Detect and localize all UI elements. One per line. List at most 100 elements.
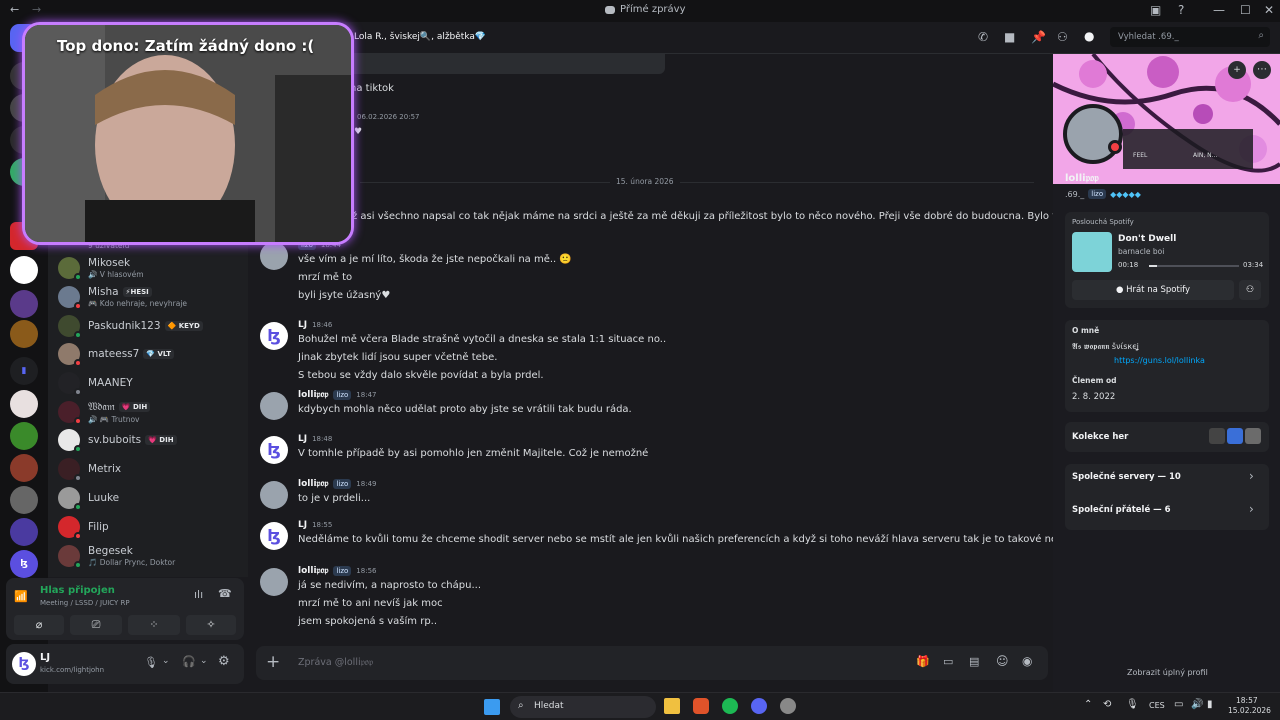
clock-time[interactable]: 18:57: [1236, 696, 1258, 705]
microphone-icon[interactable]: 🎙: [144, 656, 158, 669]
member-item[interactable]: Misha ⚡HESI 🎮 Kdo nehraje, nevyhraje: [58, 283, 243, 311]
screenshare-button[interactable]: ⎚: [70, 615, 122, 635]
voice-status[interactable]: Hlas připojen: [40, 585, 115, 596]
start-button[interactable]: [484, 699, 500, 715]
add-friends-icon[interactable]: ⚇: [1057, 30, 1068, 44]
voice-channel[interactable]: Meeting / LSSD / JUICY RP: [40, 599, 130, 607]
gif-icon[interactable]: ▭: [943, 655, 953, 668]
game-icon[interactable]: [1227, 428, 1243, 444]
folder-icon[interactable]: ▮: [10, 357, 38, 385]
minimize-icon[interactable]: —: [1213, 3, 1225, 17]
settings-gear-icon[interactable]: ⚙: [218, 654, 230, 669]
message-avatar[interactable]: ɮ: [260, 522, 288, 550]
user-avatar[interactable]: ɮ: [12, 652, 36, 676]
tray-chevron-icon[interactable]: ⌃: [1084, 699, 1092, 710]
track-title[interactable]: Don't Dwell: [1118, 234, 1176, 244]
listen-along-button[interactable]: ⚇: [1239, 280, 1261, 300]
disconnect-icon[interactable]: ☎: [218, 587, 232, 600]
chevron-right-icon[interactable]: ›: [1249, 502, 1254, 516]
member-item[interactable]: Mikosek 🔊 V hlasovém: [58, 254, 243, 282]
server-icon[interactable]: [10, 320, 38, 348]
message-avatar[interactable]: [260, 242, 288, 270]
sync-icon[interactable]: ⟲: [1103, 699, 1111, 710]
headphones-icon[interactable]: 🎧: [182, 655, 196, 668]
server-icon[interactable]: [10, 256, 38, 284]
server-icon[interactable]: [10, 390, 38, 418]
network-icon[interactable]: ▭: [1174, 699, 1183, 710]
clock-date[interactable]: 15.02.2026: [1228, 706, 1271, 715]
member-item[interactable]: MAANEY: [58, 369, 243, 397]
mutual-friends[interactable]: Společní přátelé — 6: [1072, 505, 1171, 515]
member-item[interactable]: sv.buboits 💗 DIH: [58, 426, 243, 454]
album-art[interactable]: [1072, 232, 1112, 272]
call-icon[interactable]: ✆: [978, 30, 988, 44]
member-item[interactable]: Filip: [58, 513, 243, 541]
inbox-icon[interactable]: ▣: [1150, 3, 1161, 17]
help-icon[interactable]: ?: [1178, 3, 1184, 17]
search-input[interactable]: Vyhledat .69._ ⌕: [1110, 27, 1270, 47]
message-author[interactable]: lolli𝔭𝔬𝔭: [298, 566, 328, 576]
message-avatar[interactable]: [260, 392, 288, 420]
message-avatar[interactable]: ɮ: [260, 322, 288, 350]
camera-off-button[interactable]: ⌀: [14, 615, 64, 635]
profile-avatar[interactable]: [1063, 104, 1123, 164]
message-author[interactable]: LJ: [298, 434, 307, 444]
server-icon[interactable]: [10, 454, 38, 482]
chevron-down-icon[interactable]: ⌄: [200, 656, 208, 666]
server-icon[interactable]: [10, 290, 38, 318]
track-artist[interactable]: barnacle boi: [1118, 247, 1164, 256]
member-item[interactable]: Begesek 🎵 Dollar Prync, Doktor: [58, 542, 243, 570]
message-author[interactable]: lolli𝔭𝔬𝔭: [298, 479, 328, 489]
forward-arrow-icon[interactable]: →: [32, 3, 41, 16]
close-icon[interactable]: ✕: [1264, 3, 1274, 17]
discord-icon[interactable]: [751, 698, 767, 714]
gift-icon[interactable]: 🎁: [916, 655, 930, 668]
view-full-profile[interactable]: Zobrazit úplný profil: [1127, 668, 1208, 677]
more-icon[interactable]: ⋯: [1253, 61, 1271, 79]
member-item[interactable]: Paskudnik123 🔶 KEYD: [58, 312, 243, 340]
file-explorer-icon[interactable]: [664, 698, 680, 714]
message-composer[interactable]: + Zpráva @lolli𝔭𝔬𝔭 🎁 ▭ ▤ ☺ ◉: [256, 646, 1048, 680]
message-author[interactable]: LJ: [298, 520, 307, 530]
chevron-right-icon[interactable]: ›: [1249, 469, 1254, 483]
mic-tray-icon[interactable]: 🎙: [1126, 699, 1139, 710]
soundboard-button[interactable]: ✧: [186, 615, 236, 635]
message-author[interactable]: lolli𝔭𝔬𝔭: [298, 390, 328, 400]
member-item[interactable]: Metrix: [58, 455, 243, 483]
add-friend-icon[interactable]: +: [1228, 61, 1246, 79]
member-item[interactable]: mateess7 💎 VLT: [58, 340, 243, 368]
back-arrow-icon[interactable]: ←: [10, 3, 19, 16]
game-icon[interactable]: [1209, 428, 1225, 444]
obs-icon[interactable]: [780, 698, 796, 714]
brave-browser-icon[interactable]: [693, 698, 709, 714]
taskbar-search[interactable]: ⌕ Hledat: [510, 696, 656, 718]
noise-suppression-icon[interactable]: ılı: [194, 588, 203, 601]
volume-icon[interactable]: 🔊: [1191, 699, 1203, 710]
message-avatar[interactable]: [260, 568, 288, 596]
message-avatar[interactable]: [260, 481, 288, 509]
message-avatar[interactable]: ɮ: [260, 436, 288, 464]
about-link[interactable]: https://guns.lol/lollinka: [1114, 356, 1205, 365]
emoji-icon[interactable]: ☺: [996, 654, 1009, 668]
server-icon[interactable]: [10, 422, 38, 450]
chevron-down-icon[interactable]: ⌄: [162, 656, 170, 666]
member-item[interactable]: 𝔚𝔡𝔞𝔪 💗 DIH 🔊 🎮 Trutnov: [58, 398, 243, 426]
recipients[interactable]: Lola R., šviskej🔍, alžbětka💎: [354, 32, 486, 42]
server-icon[interactable]: ɮ: [10, 550, 38, 578]
server-icon[interactable]: [10, 518, 38, 546]
spotify-icon[interactable]: [722, 698, 738, 714]
language-indicator[interactable]: CES: [1149, 701, 1165, 710]
maximize-icon[interactable]: ☐: [1240, 3, 1251, 17]
add-attachment-icon[interactable]: +: [266, 652, 280, 672]
activities-button[interactable]: ⁘: [128, 615, 180, 635]
server-icon[interactable]: [10, 486, 38, 514]
message-author[interactable]: LJ: [298, 320, 307, 330]
user-profile-icon[interactable]: ●: [1084, 29, 1094, 43]
sticker-icon[interactable]: ▤: [969, 655, 979, 668]
apps-icon[interactable]: ◉: [1022, 654, 1032, 668]
member-item[interactable]: Luuke: [58, 484, 243, 512]
battery-icon[interactable]: ▮: [1207, 699, 1213, 710]
message-input[interactable]: Zpráva @lolli𝔭𝔬𝔭: [298, 657, 373, 668]
game-icon[interactable]: [1245, 428, 1261, 444]
mutual-servers[interactable]: Společné servery — 10: [1072, 472, 1181, 482]
